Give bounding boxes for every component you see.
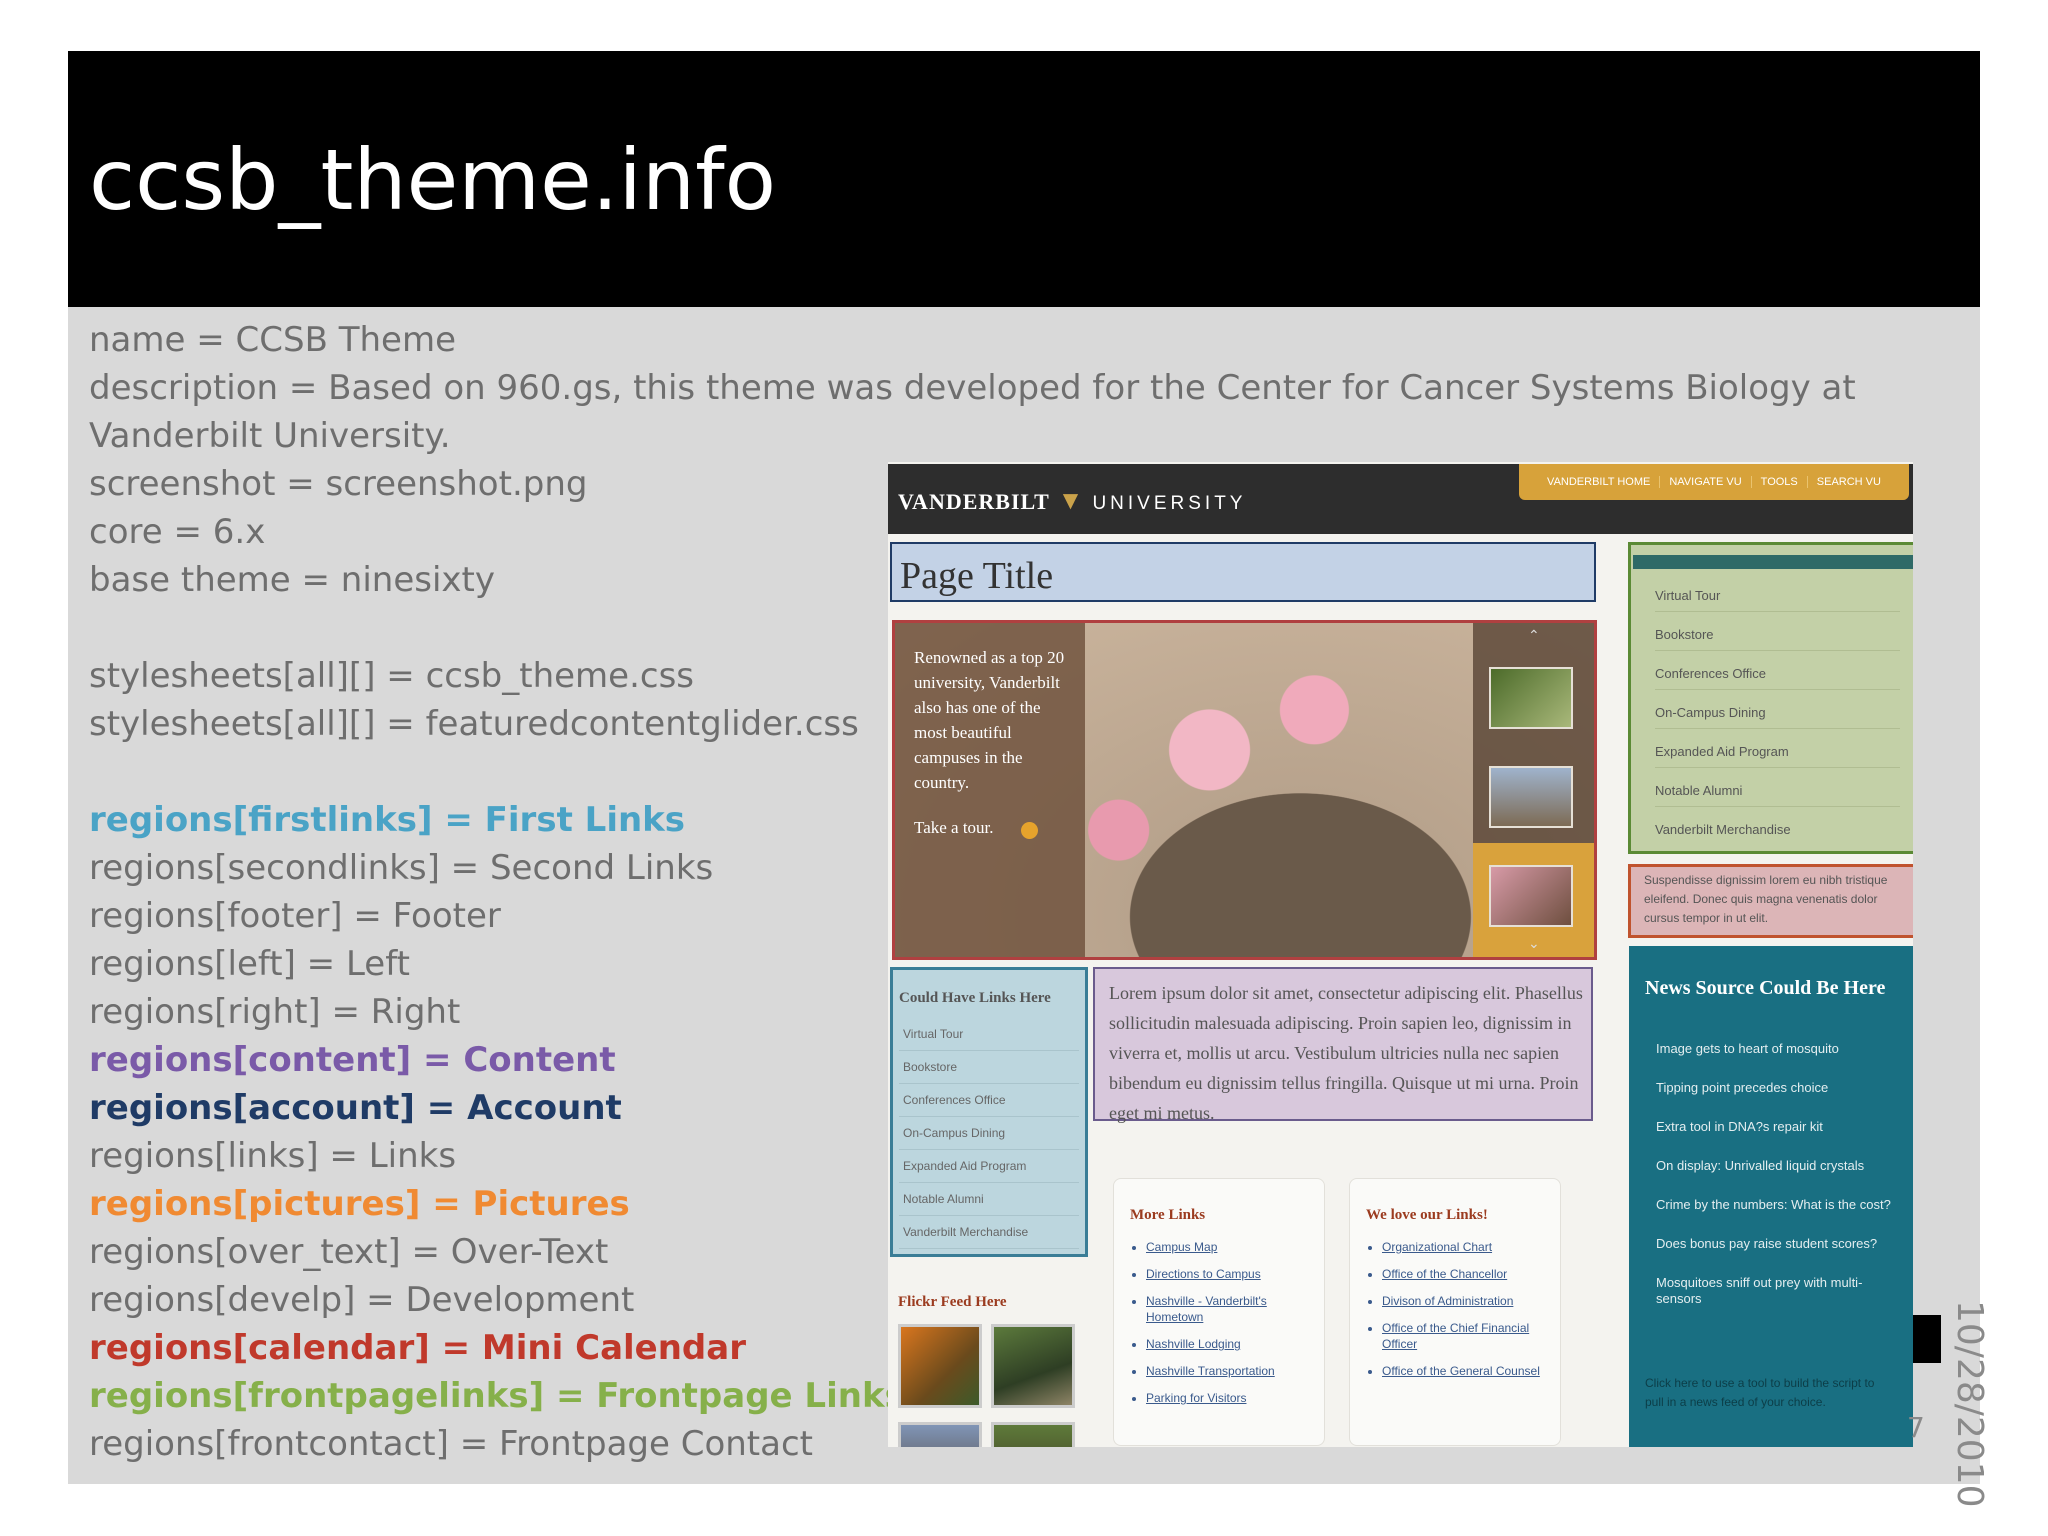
more-link-item[interactable]: Campus Map <box>1146 1239 1326 1255</box>
left-link-item[interactable]: Bookstore <box>899 1051 1079 1084</box>
thumbnail-image[interactable] <box>1489 865 1573 927</box>
logo-wordmark-right: UNIVERSITY <box>1092 493 1247 514</box>
left-link-item[interactable]: Vanderbilt Merchandise <box>899 1216 1079 1249</box>
right-link-item[interactable]: Expanded Aid Program <box>1655 729 1900 768</box>
left-link-item[interactable]: Virtual Tour <box>899 1018 1079 1051</box>
news-item[interactable]: Crime by the numbers: What is the cost? <box>1656 1197 1896 1213</box>
flickr-photo[interactable] <box>898 1324 982 1408</box>
slide-date: 10/28/2010 <box>1949 1300 1990 1508</box>
love-links-heading: We love our Links! <box>1366 1207 1488 1223</box>
news-region: News Source Could Be Here Image gets to … <box>1629 946 1913 1447</box>
left-link-item[interactable]: On-Campus Dining <box>899 1117 1079 1150</box>
news-footer-link[interactable]: Click here to use a tool to build the sc… <box>1645 1374 1890 1412</box>
site-header: VANDERBILT ▼ UNIVERSITY VANDERBILT HOME … <box>888 464 1913 534</box>
flickr-photo[interactable] <box>991 1324 1075 1408</box>
love-links-card: We love our Links! Organizational Chart … <box>1349 1178 1561 1446</box>
page-number: 7 <box>1907 1411 1925 1444</box>
left-links-heading: Could Have Links Here <box>899 990 1051 1006</box>
news-item[interactable]: Tipping point precedes choice <box>1656 1080 1896 1096</box>
right-link-item[interactable]: Conferences Office <box>1655 651 1900 690</box>
nav-navigate-vu[interactable]: NAVIGATE VU <box>1660 476 1752 488</box>
more-link-item[interactable]: Nashville - Vanderbilt's Hometown <box>1146 1293 1326 1325</box>
content-text: Lorem ipsum dolor sit amet, consectetur … <box>1109 983 1583 1123</box>
thumbnail-image[interactable] <box>1489 766 1573 828</box>
title-bar: ccsb_theme.info <box>68 51 1980 307</box>
oak-leaf-v-icon: ▼ <box>1057 486 1085 515</box>
nav-vanderbilt-home[interactable]: VANDERBILT HOME <box>1538 476 1661 488</box>
tour-link[interactable]: Take a tour. <box>914 818 994 838</box>
love-link-item[interactable]: Divison of Administration <box>1382 1293 1562 1309</box>
right-link-item[interactable]: Virtual Tour <box>1655 573 1900 612</box>
right-link-item[interactable]: Bookstore <box>1655 612 1900 651</box>
news-heading: News Source Could Be Here <box>1645 977 1886 999</box>
news-item[interactable]: On display: Unrivalled liquid crystals <box>1656 1158 1896 1174</box>
more-link-item[interactable]: Nashville Lodging <box>1146 1336 1326 1352</box>
thumbnail-image[interactable] <box>1489 667 1573 729</box>
right-links-region: Virtual Tour Bookstore Conferences Offic… <box>1628 542 1913 854</box>
content-region: Lorem ipsum dolor sit amet, consectetur … <box>1093 967 1593 1123</box>
news-item[interactable]: Image gets to heart of mosquito <box>1656 1041 1896 1057</box>
page-title-region: Page Title <box>890 542 1596 602</box>
nav-tools[interactable]: TOOLS <box>1752 476 1808 488</box>
more-links-heading: More Links <box>1130 1207 1206 1223</box>
mini-calendar-region: Suspendisse dignissim lorem eu nibh tris… <box>1628 864 1913 938</box>
left-link-item[interactable]: Expanded Aid Program <box>899 1150 1079 1183</box>
right-link-item[interactable]: Vanderbilt Merchandise <box>1655 807 1900 845</box>
right-link-item[interactable]: Notable Alumni <box>1655 768 1900 807</box>
vanderbilt-logo: VANDERBILT ▼ UNIVERSITY <box>898 486 1246 516</box>
left-link-item[interactable]: Notable Alumni <box>899 1183 1079 1216</box>
calendar-text: Suspendisse dignissim lorem eu nibh tris… <box>1644 873 1888 925</box>
more-link-item[interactable]: Parking for Visitors <box>1146 1390 1326 1406</box>
more-links-card: More Links Campus Map Directions to Camp… <box>1113 1178 1325 1446</box>
love-link-item[interactable]: Office of the Chief Financial Officer <box>1382 1320 1562 1352</box>
love-link-item[interactable]: Organizational Chart <box>1382 1239 1562 1255</box>
info-line: name = CCSB Theme <box>89 320 456 360</box>
over-text-panel: Renowned as a top 20 university, Vanderb… <box>895 623 1085 957</box>
more-link-item[interactable]: Nashville Transportation <box>1146 1363 1326 1379</box>
top-nav: VANDERBILT HOME NAVIGATE VU TOOLS SEARCH… <box>1519 464 1909 500</box>
news-item[interactable]: Extra tool in DNA?s repair kit <box>1656 1119 1896 1135</box>
news-item[interactable]: Mosquitoes sniff out prey with multi-sen… <box>1656 1275 1896 1307</box>
slide-title: ccsb_theme.info <box>89 131 777 229</box>
thumbnail-strip: ⌃ ⌄ <box>1473 623 1594 957</box>
flickr-photo[interactable] <box>991 1422 1075 1447</box>
right-links-header-bar <box>1633 555 1913 569</box>
flickr-photo[interactable] <box>898 1422 982 1447</box>
arrow-circle-icon[interactable] <box>1021 822 1038 839</box>
flickr-heading: Flickr Feed Here <box>898 1294 1007 1310</box>
logo-wordmark-left: VANDERBILT <box>898 489 1050 514</box>
right-link-item[interactable]: On-Campus Dining <box>1655 690 1900 729</box>
chevron-down-icon[interactable]: ⌄ <box>1528 935 1540 952</box>
featured-content-glider: Renowned as a top 20 university, Vanderb… <box>892 620 1597 960</box>
love-link-item[interactable]: Office of the General Counsel <box>1382 1363 1562 1379</box>
news-item[interactable]: Does bonus pay raise student scores? <box>1656 1236 1896 1252</box>
feature-text: Renowned as a top 20 university, Vanderb… <box>914 648 1065 792</box>
page-title: Page Title <box>900 555 1054 597</box>
love-link-item[interactable]: Office of the Chancellor <box>1382 1266 1562 1282</box>
nav-search-vu[interactable]: SEARCH VU <box>1808 476 1890 488</box>
left-links-region: Could Have Links Here Virtual Tour Books… <box>890 967 1088 1257</box>
theme-screenshot: VANDERBILT ▼ UNIVERSITY VANDERBILT HOME … <box>888 462 1913 1447</box>
decorative-bar <box>1913 1315 1941 1363</box>
chevron-up-icon[interactable]: ⌃ <box>1528 627 1540 644</box>
left-link-item[interactable]: Conferences Office <box>899 1084 1079 1117</box>
info-line: description = Based on 960.gs, this them… <box>89 368 1856 456</box>
more-link-item[interactable]: Directions to Campus <box>1146 1266 1326 1282</box>
